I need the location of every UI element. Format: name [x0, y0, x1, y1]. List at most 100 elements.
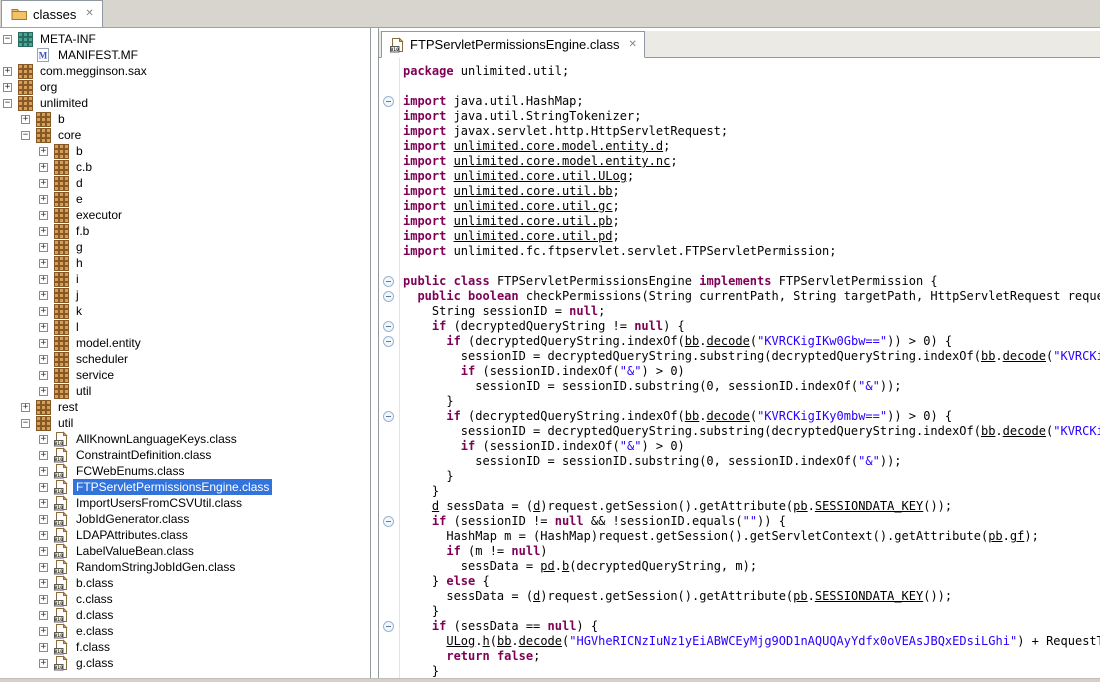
tree-item[interactable]: +d [0, 175, 370, 191]
tree-item[interactable]: −core [0, 127, 370, 143]
tree-item[interactable]: +e [0, 191, 370, 207]
tree-item[interactable]: +i [0, 271, 370, 287]
tree-item[interactable]: + 010 c.class [0, 591, 370, 607]
tree-item[interactable]: +service [0, 367, 370, 383]
expand-icon[interactable]: + [39, 627, 48, 636]
collapse-icon[interactable]: − [21, 131, 30, 140]
tree-item[interactable]: −META-INF [0, 31, 370, 47]
expand-icon[interactable]: + [39, 355, 48, 364]
fold-marker-icon[interactable] [383, 291, 394, 302]
tree-item[interactable]: + 010 d.class [0, 607, 370, 623]
expand-icon[interactable]: + [21, 403, 30, 412]
fold-marker-icon[interactable] [383, 321, 394, 332]
expand-icon[interactable]: + [39, 611, 48, 620]
close-icon[interactable]: ✕ [629, 40, 637, 50]
expand-icon[interactable]: + [39, 211, 48, 220]
close-icon[interactable]: ✕ [85, 9, 93, 19]
tree-item-label: FTPServletPermissionsEngine.class [73, 479, 272, 495]
tree-item[interactable]: + 010 b.class [0, 575, 370, 591]
tree-item[interactable]: −util [0, 415, 370, 431]
tree-item[interactable]: + 010 RandomStringJobIdGen.class [0, 559, 370, 575]
expand-icon[interactable]: + [39, 451, 48, 460]
fold-marker-icon[interactable] [383, 621, 394, 632]
expand-icon[interactable]: + [39, 339, 48, 348]
tree-item[interactable]: + 010 e.class [0, 623, 370, 639]
tree-item[interactable]: + 010 f.class [0, 639, 370, 655]
expand-icon[interactable]: + [39, 467, 48, 476]
gutter-cell [379, 79, 399, 94]
expand-icon[interactable]: + [3, 67, 12, 76]
expand-icon[interactable]: + [39, 515, 48, 524]
tree-item[interactable]: + 010 FTPServletPermissionsEngine.class [0, 479, 370, 495]
tree-item[interactable]: +org [0, 79, 370, 95]
tree-item[interactable]: +rest [0, 399, 370, 415]
tree-item[interactable]: + 010 ConstraintDefinition.class [0, 447, 370, 463]
expand-icon[interactable]: + [39, 259, 48, 268]
tree-item[interactable]: + 010 FCWebEnums.class [0, 463, 370, 479]
collapse-icon[interactable]: − [3, 35, 12, 44]
expand-icon[interactable]: + [39, 179, 48, 188]
expand-icon[interactable]: + [39, 195, 48, 204]
expand-icon[interactable]: + [39, 371, 48, 380]
expand-icon[interactable]: + [39, 547, 48, 556]
tree-item[interactable]: +util [0, 383, 370, 399]
expand-icon[interactable]: + [39, 387, 48, 396]
expand-icon[interactable]: + [39, 291, 48, 300]
expand-icon[interactable]: + [39, 643, 48, 652]
tree-item[interactable]: + 010 JobIdGenerator.class [0, 511, 370, 527]
expand-icon[interactable]: + [3, 83, 12, 92]
tree-item[interactable]: +com.megginson.sax [0, 63, 370, 79]
expand-icon[interactable]: + [39, 243, 48, 252]
expand-icon[interactable]: + [39, 499, 48, 508]
tree-item[interactable]: + 010 g.class [0, 655, 370, 671]
tree-item[interactable]: + 010 LDAPAttributes.class [0, 527, 370, 543]
tree-item[interactable]: + 010 AllKnownLanguageKeys.class [0, 431, 370, 447]
expand-icon[interactable]: + [39, 147, 48, 156]
gutter-cell [379, 349, 399, 364]
expand-icon[interactable]: + [39, 227, 48, 236]
expand-icon[interactable]: + [39, 323, 48, 332]
code-editor[interactable]: package unlimited.util;import java.util.… [379, 58, 1100, 678]
tree-item[interactable]: +model.entity [0, 335, 370, 351]
expand-icon[interactable]: + [39, 531, 48, 540]
collapse-icon[interactable]: − [3, 99, 12, 108]
expand-icon[interactable]: + [39, 659, 48, 668]
tree-item[interactable]: +f.b [0, 223, 370, 239]
tab-class-file[interactable]: 010 FTPServletPermissionsEngine.class ✕ [381, 31, 645, 58]
expand-icon[interactable]: + [39, 483, 48, 492]
tab-classes[interactable]: classes ✕ [1, 0, 103, 27]
tree-item[interactable]: +b [0, 143, 370, 159]
expand-icon[interactable]: + [39, 307, 48, 316]
pane-divider[interactable] [371, 28, 378, 678]
tree-item[interactable]: −unlimited [0, 95, 370, 111]
tree-item[interactable]: + 010 ImportUsersFromCSVUtil.class [0, 495, 370, 511]
expand-icon[interactable]: + [39, 163, 48, 172]
tree-item-label: e [73, 191, 86, 207]
tree-item[interactable]: +g [0, 239, 370, 255]
expand-icon[interactable]: + [39, 435, 48, 444]
expand-icon[interactable]: + [39, 275, 48, 284]
fold-marker-icon[interactable] [383, 516, 394, 527]
fold-marker-icon[interactable] [383, 336, 394, 347]
tree-item[interactable]: +b [0, 111, 370, 127]
tree-item[interactable]: +h [0, 255, 370, 271]
code-line: import unlimited.core.util.gc; [403, 199, 1100, 214]
fold-marker-icon[interactable] [383, 96, 394, 107]
expand-icon[interactable]: + [21, 115, 30, 124]
collapse-icon[interactable]: − [21, 419, 30, 428]
package-icon [53, 255, 69, 271]
tree-item[interactable]: +k [0, 303, 370, 319]
tree-item[interactable]: + 010 LabelValueBean.class [0, 543, 370, 559]
expand-icon[interactable]: + [39, 595, 48, 604]
tree-item[interactable]: +scheduler [0, 351, 370, 367]
tree-item[interactable]: +executor [0, 207, 370, 223]
tree-item[interactable]: M MANIFEST.MF [0, 47, 370, 63]
class-file-icon: 010 [53, 607, 69, 623]
tree-item[interactable]: +j [0, 287, 370, 303]
expand-icon[interactable]: + [39, 563, 48, 572]
fold-marker-icon[interactable] [383, 276, 394, 287]
expand-icon[interactable]: + [39, 579, 48, 588]
tree-item[interactable]: +c.b [0, 159, 370, 175]
tree-item[interactable]: +l [0, 319, 370, 335]
fold-marker-icon[interactable] [383, 411, 394, 422]
